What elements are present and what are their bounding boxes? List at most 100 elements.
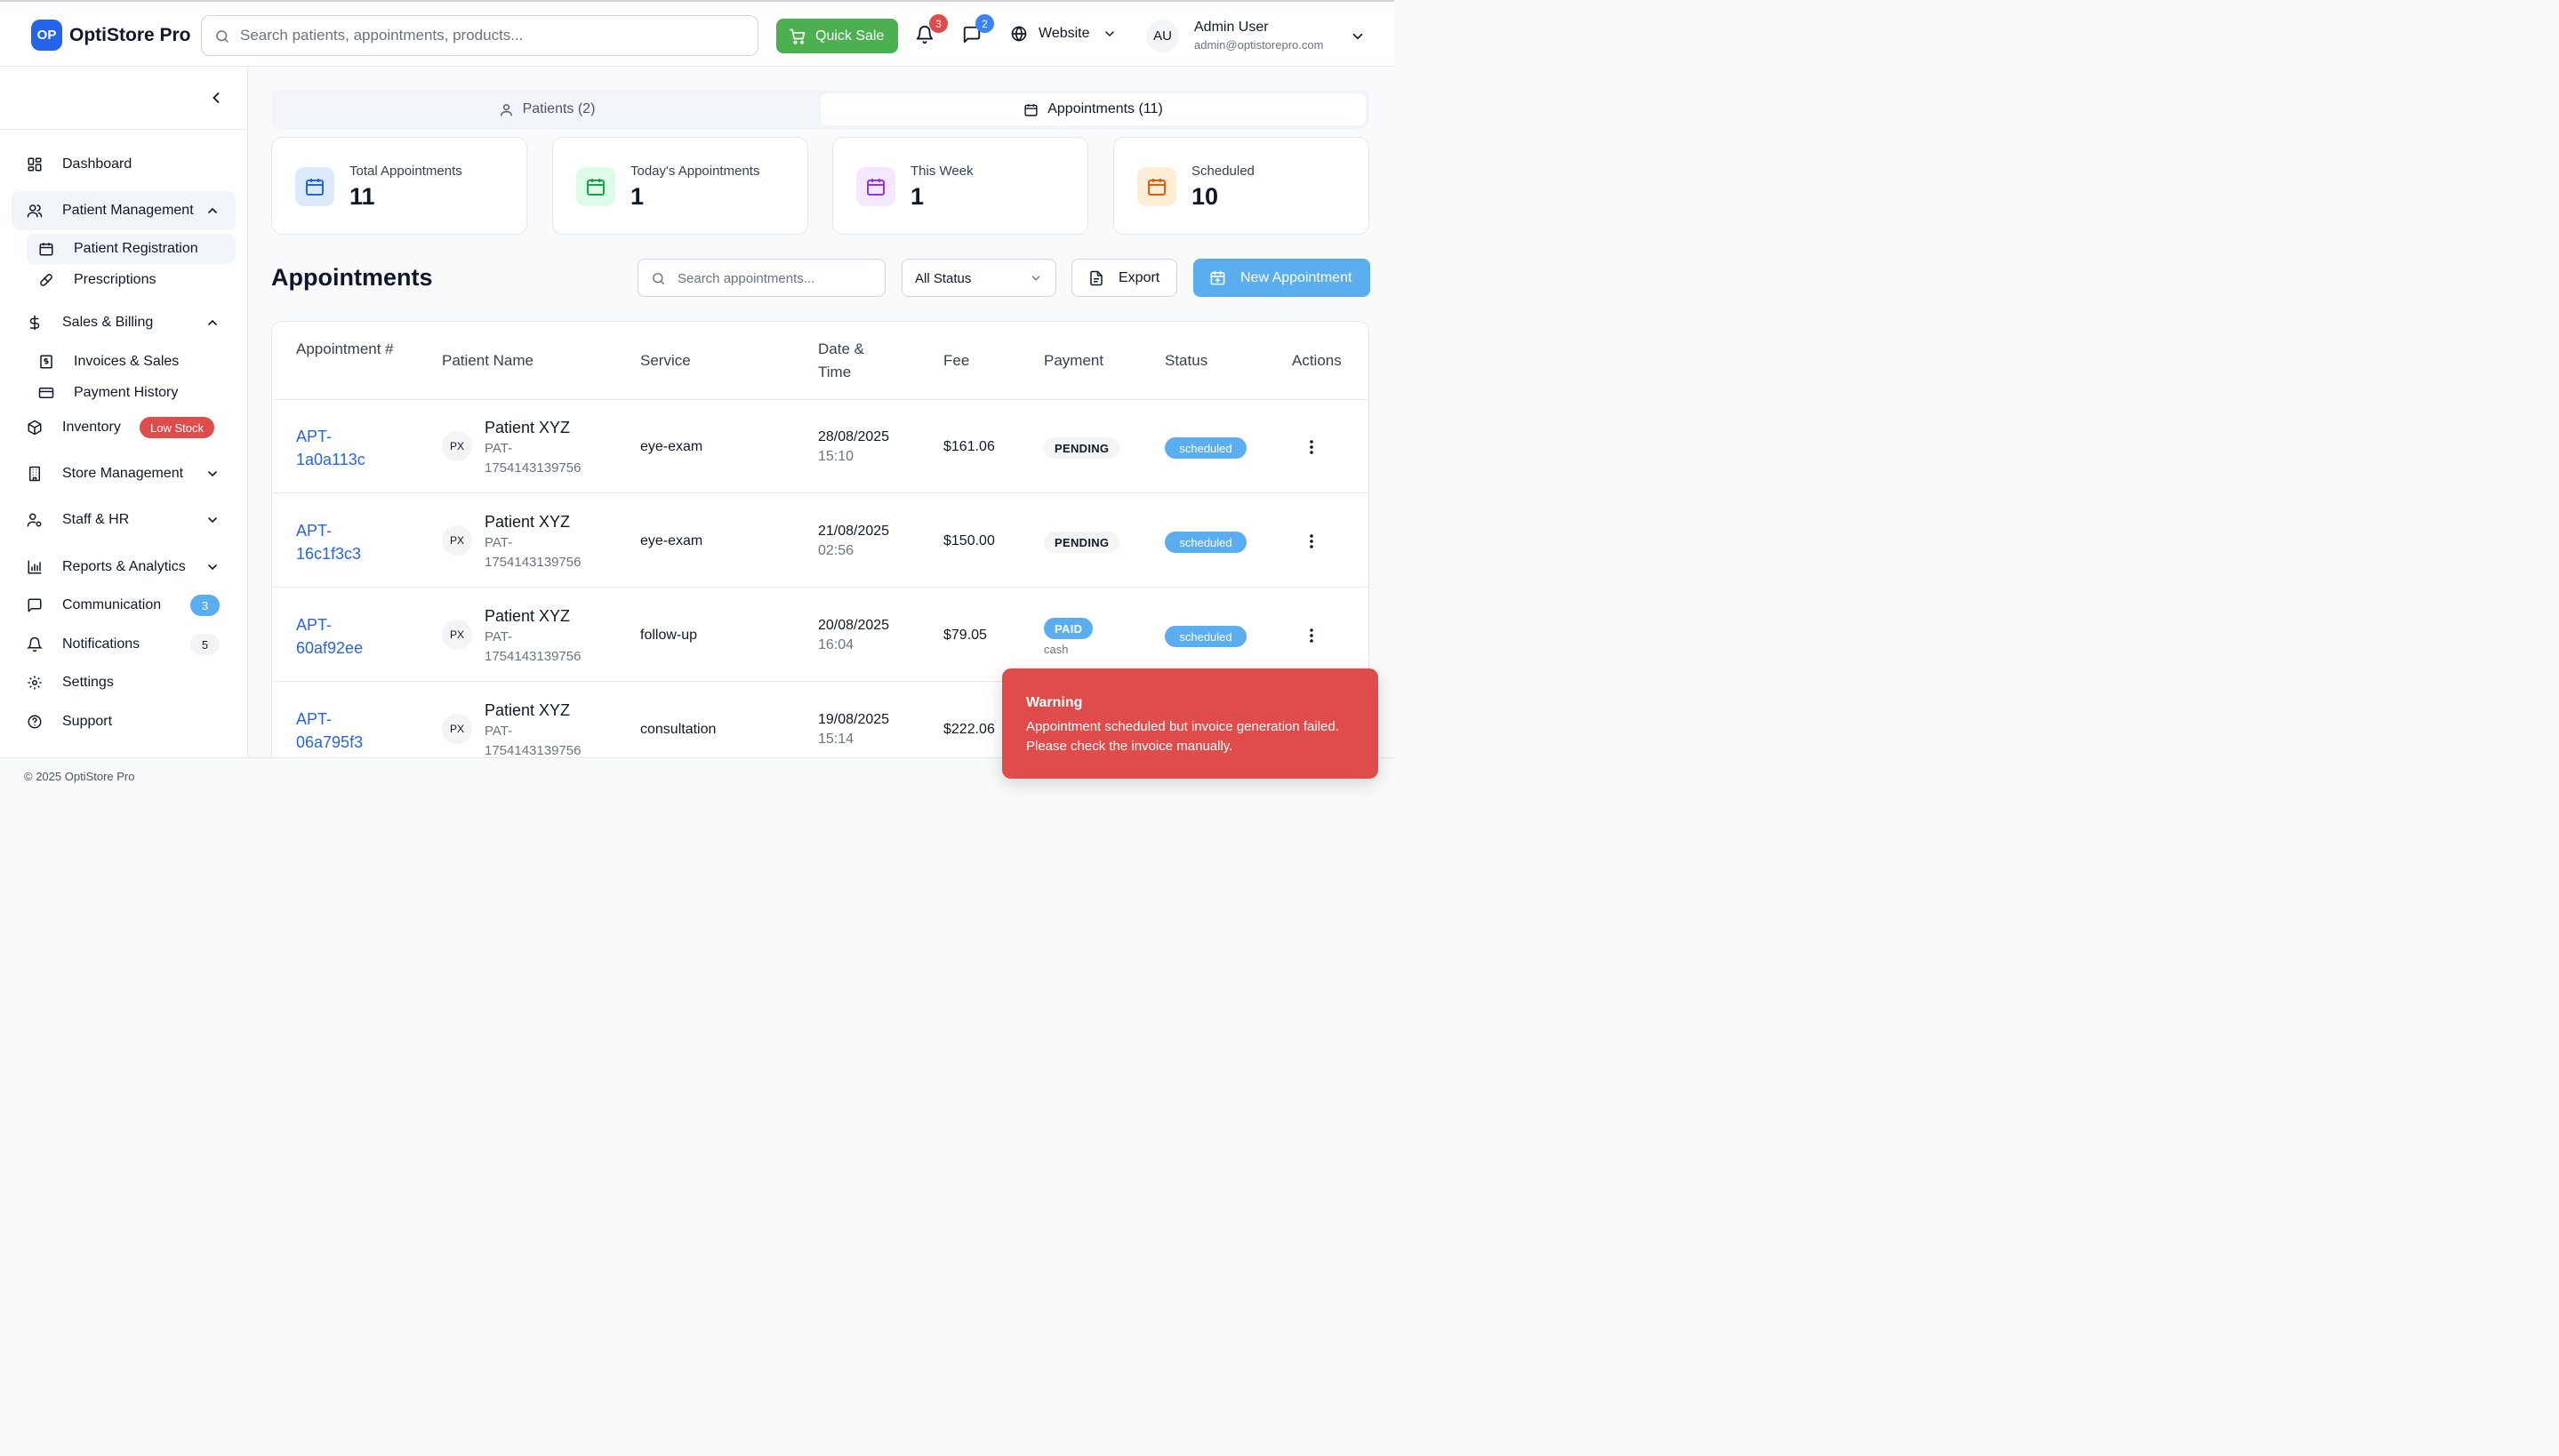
stat-card-todays-appointments: Today's Appointments 1 [552, 137, 808, 235]
stat-label: This Week [910, 164, 974, 179]
help-icon [27, 714, 43, 730]
appointment-id-link[interactable]: APT-60af92ee [296, 613, 376, 660]
user-avatar[interactable]: AU [1146, 20, 1179, 52]
sidebar-item-staff-hr[interactable]: Staff & HR [12, 500, 236, 540]
quick-sale-button[interactable]: Quick Sale [776, 19, 898, 53]
column-header-fee[interactable]: Fee [943, 349, 969, 372]
calendar-icon [576, 167, 615, 206]
service: eye-exam [640, 533, 703, 548]
fee: $161.06 [943, 439, 995, 454]
user-name[interactable]: Admin User [1194, 20, 1269, 36]
global-search-input[interactable] [240, 23, 738, 48]
export-button[interactable]: Export [1071, 259, 1177, 297]
app-logo[interactable]: OP [31, 20, 62, 51]
table-row[interactable]: APT-16c1f3c3 PX Patient XYZ PAT-17541431… [272, 494, 1368, 588]
column-header-patient-name[interactable]: Patient Name [442, 349, 533, 372]
tab-label: Appointments (11) [1047, 101, 1163, 116]
chevron-up-icon [205, 316, 220, 330]
stat-label: Scheduled [1191, 164, 1255, 179]
appointment-id-link[interactable]: APT-06a795f3 [296, 708, 376, 754]
avatar: PX [442, 525, 472, 556]
stat-card-total-appointments: Total Appointments 11 [271, 137, 527, 235]
sidebar-item-inventory[interactable]: Inventory Low Stock [12, 408, 236, 447]
sidebar-item-store-management[interactable]: Store Management [12, 454, 236, 493]
column-header-date-time[interactable]: Date & Time [818, 338, 889, 384]
global-search[interactable] [201, 15, 758, 56]
sidebar-item-reports-analytics[interactable]: Reports & Analytics [12, 548, 236, 587]
search-icon [214, 28, 230, 44]
sidebar-divider [0, 129, 248, 130]
message-icon [27, 597, 43, 613]
sidebar-item-notifications[interactable]: Notifications 5 [12, 625, 236, 664]
patient-name: Patient XYZ [485, 607, 571, 625]
chevron-down-icon [205, 513, 220, 527]
table-row[interactable]: APT-1a0a113c PX Patient XYZ PAT-17541431… [272, 400, 1368, 493]
page-title: Appointments [271, 264, 433, 291]
appointment-search[interactable] [638, 259, 886, 297]
appointment-id-link[interactable]: APT-1a0a113c [296, 425, 376, 471]
file-icon [1088, 270, 1104, 286]
new-appointment-label: New Appointment [1240, 269, 1352, 285]
sidebar-item-label: Notifications [62, 636, 140, 652]
user-menu-chevron-icon[interactable] [1350, 28, 1366, 44]
payment-status-badge: PENDING [1044, 437, 1120, 459]
status-badge: scheduled [1165, 626, 1247, 647]
new-appointment-button[interactable]: New Appointment [1193, 259, 1370, 297]
website-selector[interactable]: Website [1010, 25, 1117, 43]
warning-toast[interactable]: Warning Appointment scheduled but invoic… [1002, 668, 1378, 779]
messages-count-badge: 2 [975, 14, 994, 33]
stat-value: 11 [349, 183, 375, 210]
sidebar-item-invoices-sales[interactable]: Invoices & Sales [27, 347, 236, 377]
chevron-down-icon [205, 467, 220, 481]
sidebar-item-prescriptions[interactable]: Prescriptions [27, 265, 236, 295]
sidebar-item-patient-registration[interactable]: Patient Registration [27, 234, 236, 264]
status-filter-select[interactable]: All Status [902, 259, 1056, 297]
service: consultation [640, 722, 717, 737]
app-name[interactable]: OptiStore Pro [69, 25, 191, 46]
sidebar-item-patient-management[interactable]: Patient Management [12, 191, 236, 230]
sidebar: Dashboard Patient Management Patient Reg… [0, 67, 248, 757]
patient-id: PAT-1754143139756 [485, 724, 582, 758]
tab-appointments[interactable]: Appointments (11) [821, 93, 1366, 125]
quick-sale-label: Quick Sale [815, 28, 885, 44]
sidebar-item-label: Dashboard [62, 156, 132, 172]
tab-patients[interactable]: Patients (2) [275, 93, 819, 125]
chevron-up-icon [205, 204, 220, 218]
service: eye-exam [640, 439, 703, 454]
column-header-status[interactable]: Status [1165, 349, 1207, 372]
patient-name: Patient XYZ [485, 701, 571, 719]
sidebar-item-support[interactable]: Support [12, 702, 236, 741]
sidebar-item-payment-history[interactable]: Payment History [27, 378, 236, 408]
sidebar-item-sales-billing[interactable]: Sales & Billing [12, 303, 236, 342]
receipt-icon [38, 354, 54, 370]
top-bar: OP OptiStore Pro Quick Sale 3 2 Website … [0, 0, 1394, 67]
sidebar-item-communication[interactable]: Communication 3 [12, 586, 236, 625]
payment-status-badge: PENDING [1044, 532, 1120, 553]
sidebar-item-label: Store Management [62, 466, 184, 481]
more-actions-icon[interactable] [1304, 532, 1320, 551]
more-actions-icon[interactable] [1304, 626, 1320, 645]
stat-value: 10 [1191, 183, 1219, 210]
column-header-service[interactable]: Service [640, 349, 691, 372]
sidebar-item-label: Reports & Analytics [62, 559, 186, 574]
avatar: PX [442, 431, 472, 461]
column-header-actions: Actions [1292, 352, 1342, 369]
toast-title: Warning [1026, 695, 1083, 710]
tab-label: Patients (2) [522, 101, 596, 116]
patient-name: Patient XYZ [485, 513, 571, 531]
user-cog-icon [27, 512, 43, 528]
fee: $222.06 [943, 722, 995, 737]
stat-label: Today's Appointments [630, 164, 760, 179]
payment-status-badge: PAID [1044, 618, 1094, 639]
view-tabs: Patients (2) Appointments (11) [271, 90, 1369, 129]
appointment-date: 21/08/2025 [818, 524, 890, 539]
more-actions-icon[interactable] [1304, 437, 1320, 457]
column-header-payment[interactable]: Payment [1044, 349, 1103, 372]
appointment-id-link[interactable]: APT-16c1f3c3 [296, 519, 376, 565]
appointment-search-input[interactable] [678, 267, 873, 290]
collapse-sidebar-icon[interactable] [207, 89, 225, 107]
sidebar-item-dashboard[interactable]: Dashboard [12, 145, 236, 184]
gear-icon [27, 675, 43, 691]
sidebar-item-settings[interactable]: Settings [12, 663, 236, 702]
column-header-appointment[interactable]: Appointment # [296, 338, 403, 361]
